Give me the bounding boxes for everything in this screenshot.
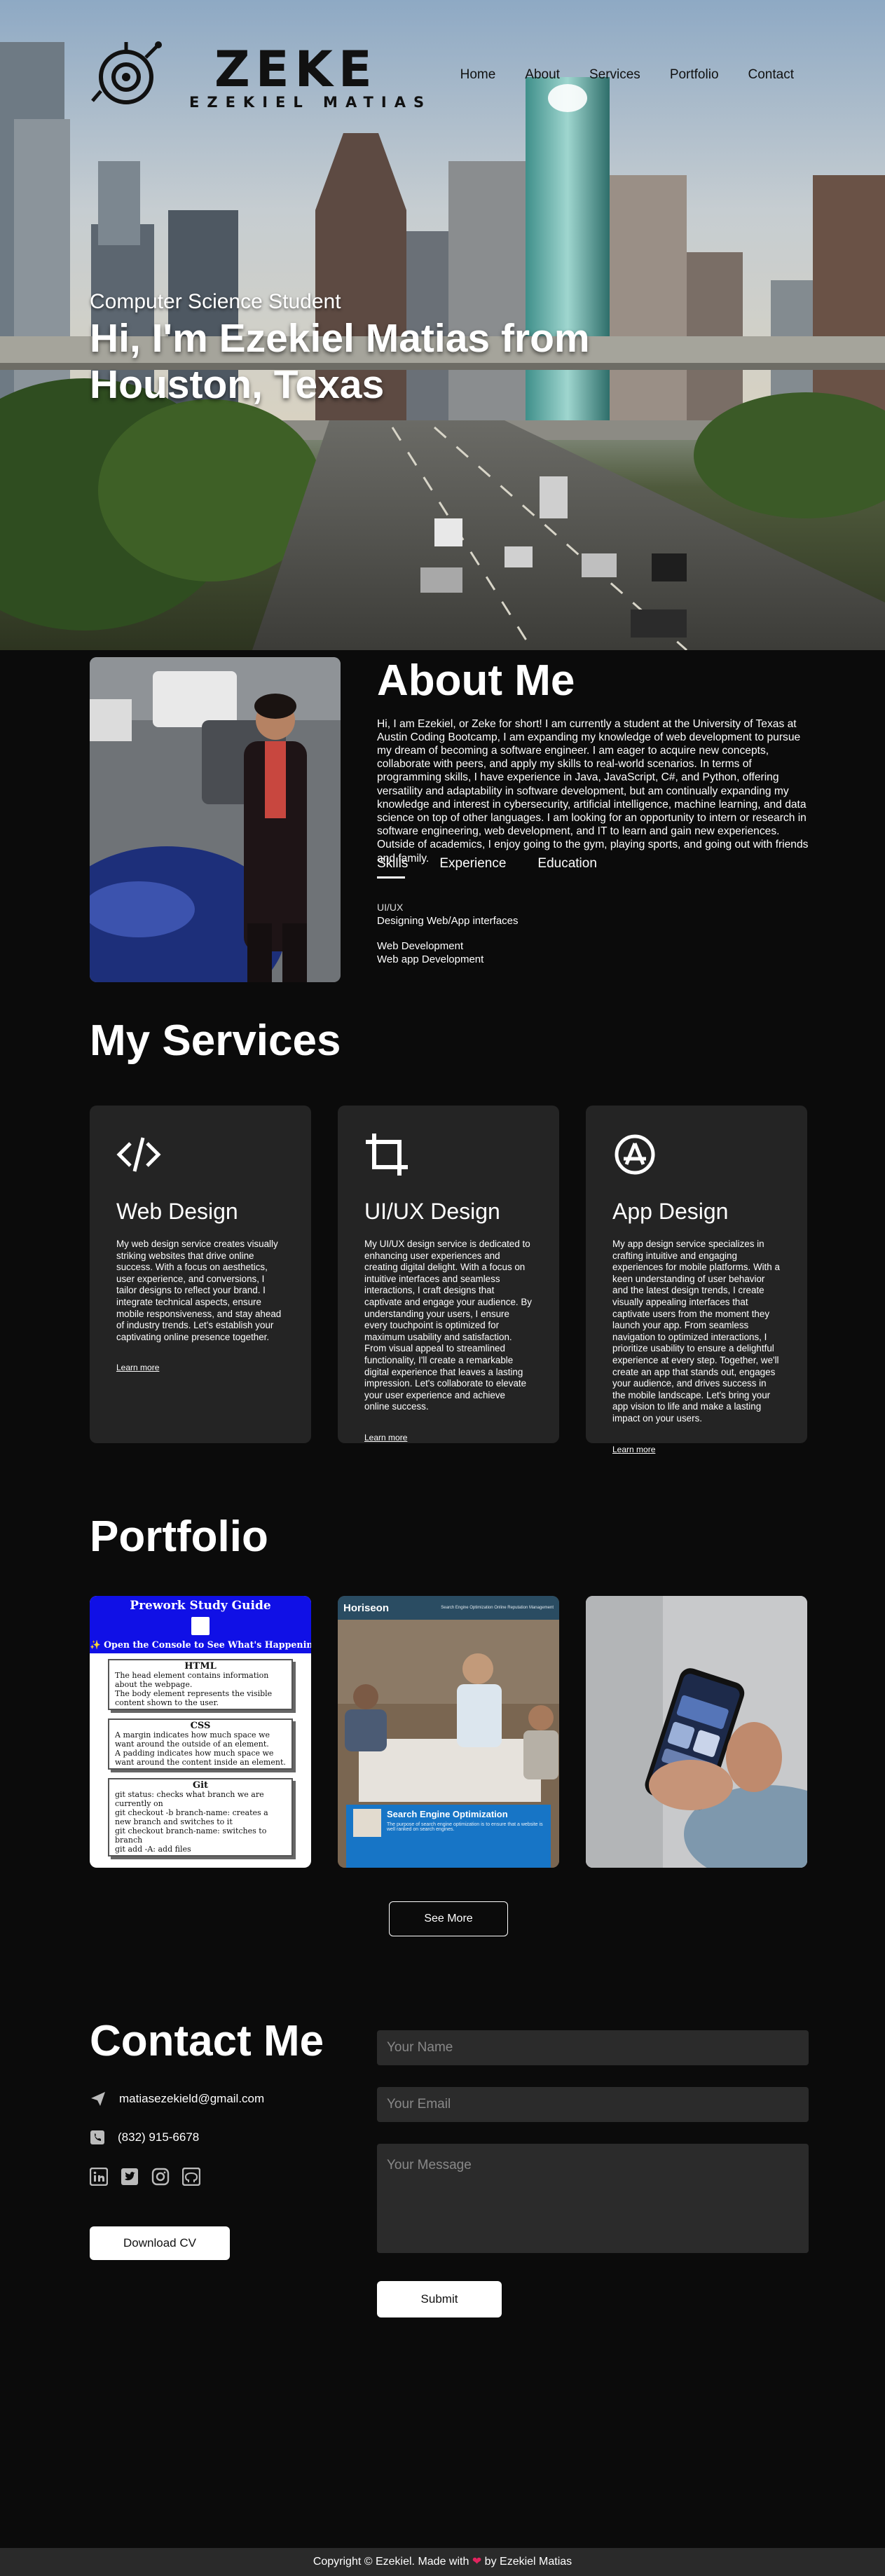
phone-text[interactable]: (832) 915-6678 [118,2130,199,2144]
nav-home[interactable]: Home [460,67,496,83]
study-guide-logo [191,1617,210,1635]
site-logo[interactable]: ZEKE EZEKIEL MATIAS [90,41,424,113]
app-store-icon [615,1134,655,1175]
about-tabs: Skills Experience Education [377,856,597,879]
service-card-app: App Design My app design service special… [586,1106,807,1454]
main-nav: Home About Services Portfolio Contact [460,67,794,83]
phone-in-hand-photo [586,1596,807,1868]
service-card-uiux: UI/UX Design My UI/UX design service is … [338,1106,559,1443]
see-more-button[interactable]: See More [389,1901,508,1936]
portfolio-item-horiseon[interactable]: Horiseon Search Engine Optimization Onli… [338,1596,559,1868]
services-title: My Services [90,1017,341,1065]
logo-mark-icon [91,41,162,104]
seo-image [353,1809,381,1837]
footer-author: by Ezekiel Matias [484,2556,572,2568]
study-line: A padding indicates how much space we wa… [115,1749,286,1767]
skill-item: UI/UX Designing Web/App interfaces [377,901,519,928]
portfolio-item-app[interactable] [586,1596,807,1868]
email-text[interactable]: matiasezekield@gmail.com [119,2092,264,2106]
service-text: My web design service creates visually s… [116,1239,282,1342]
seo-title: Search Engine Optimization [387,1809,508,1819]
study-line: git add -A: add files [115,1845,191,1854]
study-line: git checkout branch-name: switches to br… [115,1826,267,1845]
hero-subtitle: Computer Science Student [90,290,341,313]
contact-title: Contact Me [90,2017,324,2065]
submit-button[interactable]: Submit [377,2281,502,2317]
service-text: My UI/UX design service is dedicated to … [364,1239,532,1412]
skill-desc: Designing Web/App interfaces [377,915,519,927]
service-title: UI/UX Design [364,1199,500,1224]
portfolio-title: Portfolio [90,1513,268,1561]
nav-about[interactable]: About [525,67,560,83]
nav-contact[interactable]: Contact [748,67,794,83]
hero-title: Hi, I'm Ezekiel Matias from Houston, Tex… [90,316,590,407]
hero-section: ZEKE EZEKIEL MATIAS Home About Services … [0,0,885,650]
logo-wordmark: ZEKE [214,41,378,98]
study-section-title: CSS [190,1721,211,1731]
contact-phone: (832) 915-6678 [90,2130,199,2145]
portfolio-item-study-guide[interactable]: Prework Study Guide ✨ Open the Console t… [90,1596,311,1868]
study-guide-body: HTML The head element contains informati… [90,1653,311,1862]
study-line: The body element represents the visible … [115,1689,273,1707]
skill-desc: Web app Development [377,953,484,965]
study-section: HTML The head element contains informati… [108,1659,293,1710]
study-guide-banner: ✨ Open the Console to See What's Happeni… [90,1639,311,1650]
horiseon-seo-box: Search Engine Optimization The purpose o… [346,1805,551,1868]
study-section-title: Git [192,1780,209,1791]
social-links [89,2167,201,2186]
service-title: Web Design [116,1199,238,1224]
study-line: git status: checks what branch we are cu… [115,1790,264,1808]
profile-photo [90,657,341,982]
study-section: CSS A margin indicates how much space we… [108,1719,293,1770]
github-icon[interactable] [181,2167,201,2186]
horiseon-nav: Search Engine Optimization Online Reputa… [441,1606,554,1610]
code-icon [116,1137,161,1172]
tab-experience[interactable]: Experience [439,856,506,877]
study-guide-header: Prework Study Guide ✨ Open the Console t… [90,1596,311,1653]
name-input[interactable] [377,2030,809,2065]
tab-skills[interactable]: Skills [377,856,408,879]
service-card-web: Web Design My web design service creates… [90,1106,311,1443]
service-title: App Design [612,1199,729,1224]
skill-name: Web Development [377,940,464,952]
study-section: Git git status: checks what branch we ar… [108,1778,293,1857]
seo-text: The purpose of search engine optimizatio… [387,1822,543,1832]
study-line: git checkout -b branch-name: creates a n… [115,1808,268,1826]
service-text: My app design service specializes in cra… [612,1239,780,1424]
skill-name: UI/UX [377,902,404,913]
message-textarea[interactable] [377,2144,809,2253]
study-section-title: HTML [184,1661,217,1672]
instagram-icon[interactable] [151,2168,170,2186]
skill-item: Web Development Web app Development [377,939,519,966]
email-input[interactable] [377,2087,809,2122]
twitter-icon[interactable] [121,2168,139,2186]
paper-plane-icon [91,2092,105,2106]
tab-education[interactable]: Education [537,856,597,877]
study-line: The head element contains information ab… [115,1671,269,1689]
learn-more-link[interactable]: Learn more [612,1445,781,1454]
linkedin-icon[interactable] [89,2167,109,2186]
horiseon-header: Horiseon Search Engine Optimization Onli… [338,1596,559,1620]
horiseon-logo: Horiseon [343,1602,390,1614]
footer-copyright: Copyright © Ezekiel. Made with [313,2556,469,2568]
heart-icon: ❤ [472,2556,482,2568]
skills-list: UI/UX Designing Web/App interfaces Web D… [377,901,519,966]
contact-email: matiasezekield@gmail.com [90,2091,264,2107]
study-guide-title: Prework Study Guide [130,1599,271,1613]
about-title: About Me [377,656,575,705]
nav-services[interactable]: Services [589,67,640,83]
learn-more-link[interactable]: Learn more [364,1433,533,1442]
about-text: Hi, I am Ezekiel, or Zeke for short! I a… [377,717,809,865]
download-cv-button[interactable]: Download CV [90,2226,230,2260]
footer: Copyright © Ezekiel. Made with ❤ by Ezek… [0,2548,885,2576]
logo-subtitle: EZEKIEL MATIAS [189,94,432,111]
study-line: A margin indicates how much space we wan… [115,1730,270,1749]
crop-icon [366,1134,408,1176]
nav-portfolio[interactable]: Portfolio [670,67,719,83]
learn-more-link[interactable]: Learn more [116,1363,284,1372]
phone-icon [90,2130,104,2144]
